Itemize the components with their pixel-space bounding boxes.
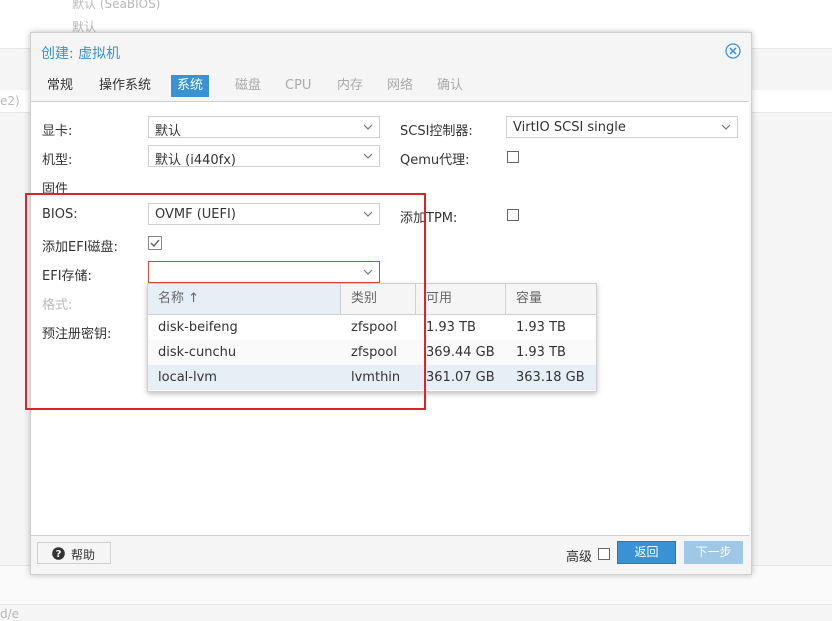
storage-capacity: 1.93 TB — [516, 345, 566, 360]
machine-select[interactable]: 默认 (i440fx) — [148, 145, 380, 168]
scsi-controller-value: VirtIO SCSI single — [513, 120, 626, 135]
bg-text: 默认 (SeaBIOS) — [72, 0, 161, 11]
next-button[interactable]: 下一步 — [684, 541, 743, 564]
graphics-select[interactable]: 默认 — [148, 116, 380, 139]
graphics-value: 默认 — [155, 124, 182, 139]
storage-type: zfspool — [351, 345, 397, 360]
svg-text:?: ? — [56, 549, 62, 560]
efi-storage-dropdown: 名称 ↑ 类别 可用 容量 disk-beifeng zfspool 1.93 … — [147, 283, 597, 392]
storage-avail: 1.93 TB — [426, 320, 476, 335]
storage-name: disk-beifeng — [158, 320, 238, 335]
advanced-label: 高级 — [566, 550, 593, 565]
machine-label: 机型: — [42, 153, 73, 168]
chevron-down-icon[interactable] — [361, 265, 375, 279]
dialog-title: 创建: 虚拟机 — [41, 46, 121, 62]
scsi-controller-select[interactable]: VirtIO SCSI single — [506, 116, 738, 138]
storage-avail: 369.44 GB — [426, 345, 495, 360]
bg-text: e2) — [0, 94, 20, 108]
column-header-avail[interactable]: 可用 — [416, 284, 506, 314]
add-tpm-label: 添加TPM: — [400, 211, 458, 226]
qemu-agent-label: Qemu代理: — [400, 153, 470, 168]
column-header-name[interactable]: 名称 ↑ — [148, 284, 341, 314]
tab-network[interactable]: 网络 — [381, 75, 419, 97]
back-button[interactable]: 返回 — [617, 541, 676, 564]
storage-avail: 361.07 GB — [426, 370, 495, 385]
storage-row-local-lvm[interactable]: local-lvm lvmthin 361.07 GB 363.18 GB — [148, 365, 596, 390]
storage-type: zfspool — [351, 320, 397, 335]
question-circle-icon: ? — [52, 547, 65, 560]
chevron-down-icon[interactable] — [361, 120, 375, 134]
grid-header: 名称 ↑ 类别 可用 容量 — [148, 284, 596, 315]
preenrolled-keys-label: 预注册密钥: — [42, 327, 112, 342]
add-efi-disk-checkbox[interactable] — [148, 236, 162, 250]
storage-row-disk-beifeng[interactable]: disk-beifeng zfspool 1.93 TB 1.93 TB — [148, 315, 596, 341]
bg-row: 默认 (SeaBIOS) — [0, 0, 832, 25]
add-efi-disk-label: 添加EFI磁盘: — [42, 240, 118, 255]
tab-general[interactable]: 常规 — [41, 75, 79, 97]
storage-row-disk-cunchu[interactable]: disk-cunchu zfspool 369.44 GB 1.93 TB — [148, 340, 596, 366]
bg-text: d/e — [0, 607, 20, 621]
chevron-down-icon[interactable] — [361, 207, 375, 221]
tab-confirm[interactable]: 确认 — [431, 75, 469, 97]
storage-name: local-lvm — [158, 370, 217, 385]
storage-name: disk-cunchu — [158, 345, 237, 360]
column-header-type[interactable]: 类别 — [341, 284, 416, 314]
chevron-down-icon[interactable] — [361, 149, 375, 163]
storage-type: lvmthin — [351, 370, 401, 385]
scsi-controller-label: SCSI控制器: — [400, 124, 473, 139]
storage-capacity: 363.18 GB — [516, 370, 585, 385]
tab-system[interactable]: 系统 — [171, 75, 210, 97]
bios-label: BIOS: — [42, 207, 78, 222]
advanced-checkbox[interactable] — [598, 548, 610, 560]
format-label: 格式: — [42, 298, 73, 313]
tab-disks[interactable]: 磁盘 — [229, 75, 267, 97]
machine-value: 默认 (i440fx) — [155, 153, 236, 168]
tab-os[interactable]: 操作系统 — [93, 75, 157, 97]
add-tpm-checkbox[interactable] — [507, 209, 519, 221]
bios-select[interactable]: OVMF (UEFI) — [148, 203, 380, 225]
tab-cpu[interactable]: CPU — [279, 75, 317, 97]
firmware-heading: 固件 — [42, 182, 69, 197]
chevron-down-icon[interactable] — [719, 120, 733, 134]
help-label: 帮助 — [71, 548, 96, 562]
help-button[interactable]: ? 帮助 — [37, 542, 111, 564]
close-icon[interactable] — [725, 43, 741, 59]
bios-value: OVMF (UEFI) — [155, 207, 236, 222]
efi-storage-select[interactable] — [148, 261, 380, 283]
efi-storage-label: EFI存储: — [42, 269, 92, 284]
dialog-titlebar[interactable]: 创建: 虚拟机 — [31, 33, 751, 69]
qemu-agent-checkbox[interactable] — [507, 151, 519, 163]
storage-capacity: 1.93 TB — [516, 320, 566, 335]
graphics-label: 显卡: — [42, 124, 73, 139]
column-header-capacity[interactable]: 容量 — [506, 284, 596, 314]
tab-memory[interactable]: 内存 — [331, 75, 369, 97]
